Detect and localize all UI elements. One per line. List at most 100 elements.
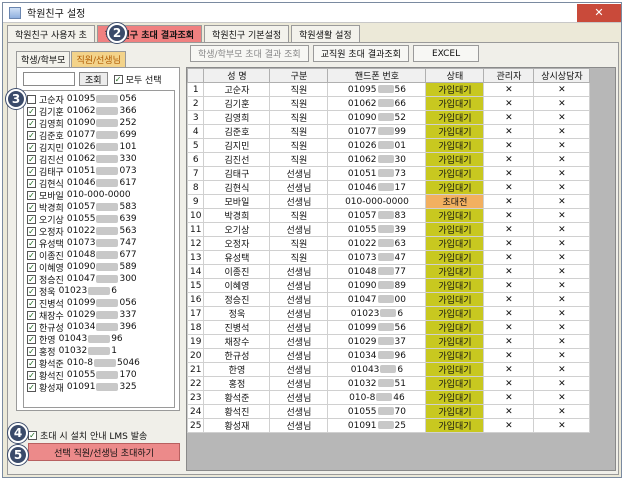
close-button[interactable]: ✕ xyxy=(577,3,621,22)
list-item-checkbox[interactable]: ✓ xyxy=(27,154,36,164)
cell-counselor[interactable]: ✕ xyxy=(533,180,591,195)
cell-admin[interactable]: ✕ xyxy=(483,82,535,97)
cell-counselor[interactable]: ✕ xyxy=(533,166,591,181)
cell-admin[interactable]: ✕ xyxy=(483,404,535,419)
list-item-checkbox[interactable]: ✓ xyxy=(27,130,36,140)
table-row[interactable]: 21 한영 선생님 01043 6 가입대기 ✕ ✕ xyxy=(187,362,591,377)
table-row[interactable]: 25 황성재 선생님 01091 25 가입대기 ✕ ✕ xyxy=(187,418,591,433)
list-item[interactable]: ✓ 홍정 01032 1 xyxy=(24,345,174,358)
cell-counselor[interactable]: ✕ xyxy=(533,82,591,97)
cell-admin[interactable]: ✕ xyxy=(483,110,535,125)
invite-selected-button[interactable]: 선택 직원/선생님 초대하기 xyxy=(28,443,180,461)
table-row[interactable]: 20 한규성 선생님 01034 96 가입대기 ✕ ✕ xyxy=(187,348,591,363)
cell-admin[interactable]: ✕ xyxy=(483,138,535,153)
list-item[interactable]: ✓ 정욱 01023 6 xyxy=(24,285,174,298)
cell-counselor[interactable]: ✕ xyxy=(533,348,591,363)
list-item[interactable]: ✓ 한영 01043 96 xyxy=(24,333,174,346)
cell-counselor[interactable]: ✕ xyxy=(533,362,591,377)
tab-basic-settings[interactable]: 학원친구 기본설정 xyxy=(204,25,290,43)
search-button[interactable]: 조회 xyxy=(79,72,108,86)
cell-counselor[interactable]: ✕ xyxy=(533,278,591,293)
list-item-checkbox[interactable]: ✓ xyxy=(27,166,36,176)
list-item-checkbox[interactable]: ✓ xyxy=(27,118,36,128)
cell-admin[interactable]: ✕ xyxy=(483,278,535,293)
cell-admin[interactable]: ✕ xyxy=(483,390,535,405)
list-item-checkbox[interactable]: ✓ xyxy=(27,202,36,212)
cell-admin[interactable]: ✕ xyxy=(483,418,535,433)
table-row[interactable]: 24 황석진 선생님 01055 70 가입대기 ✕ ✕ xyxy=(187,404,591,419)
cell-admin[interactable]: ✕ xyxy=(483,376,535,391)
table-row[interactable]: 14 이종진 선생님 01048 77 가입대기 ✕ ✕ xyxy=(187,264,591,279)
tab-life-settings[interactable]: 학원생활 설정 xyxy=(291,25,360,43)
tab-user-invite[interactable]: 학원친구 사용자 초 xyxy=(7,25,95,43)
cell-admin[interactable]: ✕ xyxy=(483,362,535,377)
list-item-checkbox[interactable]: ✓ xyxy=(27,238,36,248)
student-results-button[interactable]: 학생/학부모 초대 결과 조회 xyxy=(190,45,309,62)
list-item[interactable]: ✓ 이혜영 01090 589 xyxy=(24,261,174,274)
table-row[interactable]: 2 김기훈 직원 01062 66 가입대기 ✕ ✕ xyxy=(187,96,591,111)
list-item[interactable]: ✓ 김영희 01090 252 xyxy=(24,117,174,130)
table-row[interactable]: 10 박경희 직원 01057 83 가입대기 ✕ ✕ xyxy=(187,208,591,223)
list-item[interactable]: 고순자 01095 056 xyxy=(24,93,174,106)
table-row[interactable]: 22 홍정 선생님 01032 51 가입대기 ✕ ✕ xyxy=(187,376,591,391)
cell-admin[interactable]: ✕ xyxy=(483,320,535,335)
cell-admin[interactable]: ✕ xyxy=(483,180,535,195)
select-all[interactable]: ✓ 모두 선택 xyxy=(113,73,162,86)
cell-counselor[interactable]: ✕ xyxy=(533,376,591,391)
cell-counselor[interactable]: ✕ xyxy=(533,418,591,433)
list-item[interactable]: ✓ 이종진 01048 677 xyxy=(24,249,174,262)
table-row[interactable]: 1 고순자 직원 01095 56 가입대기 ✕ ✕ xyxy=(187,82,591,97)
table-row[interactable]: 18 진병석 선생님 01099 56 가입대기 ✕ ✕ xyxy=(187,320,591,335)
list-item[interactable]: ✓ 김현식 01046 617 xyxy=(24,177,174,190)
list-item-checkbox[interactable]: ✓ xyxy=(27,322,36,332)
cell-counselor[interactable]: ✕ xyxy=(533,390,591,405)
list-item-checkbox[interactable]: ✓ xyxy=(27,190,36,200)
cell-counselor[interactable]: ✕ xyxy=(533,152,591,167)
cell-counselor[interactable]: ✕ xyxy=(533,264,591,279)
list-item-checkbox[interactable]: ✓ xyxy=(27,370,36,380)
table-row[interactable]: 15 이혜영 선생님 01090 89 가입대기 ✕ ✕ xyxy=(187,278,591,293)
cell-counselor[interactable]: ✕ xyxy=(533,334,591,349)
list-item-checkbox[interactable]: ✓ xyxy=(27,142,36,152)
cell-counselor[interactable]: ✕ xyxy=(533,306,591,321)
cell-admin[interactable]: ✕ xyxy=(483,166,535,181)
list-item-checkbox[interactable]: ✓ xyxy=(27,334,36,344)
cell-admin[interactable]: ✕ xyxy=(483,236,535,251)
list-item[interactable]: ✓ 채장수 01029 337 xyxy=(24,309,174,322)
list-item[interactable]: ✓ 김기훈 01062 366 xyxy=(24,105,174,118)
cell-counselor[interactable]: ✕ xyxy=(533,110,591,125)
cell-admin[interactable]: ✕ xyxy=(483,208,535,223)
cell-admin[interactable]: ✕ xyxy=(483,334,535,349)
table-row[interactable]: 23 황석준 선생님 010-8 46 가입대기 ✕ ✕ xyxy=(187,390,591,405)
list-item[interactable]: ✓ 황성재 01091 325 xyxy=(24,381,174,394)
table-row[interactable]: 16 정승진 선생님 01047 00 가입대기 ✕ ✕ xyxy=(187,292,591,307)
list-item-checkbox[interactable]: ✓ xyxy=(27,262,36,272)
list-item[interactable]: ✓ 진병석 01099 056 xyxy=(24,297,174,310)
list-item[interactable]: ✓ 유성택 01073 747 xyxy=(24,237,174,250)
cell-admin[interactable]: ✕ xyxy=(483,124,535,139)
table-row[interactable]: 17 정욱 선생님 01023 6 가입대기 ✕ ✕ xyxy=(187,306,591,321)
table-row[interactable]: 8 김현식 선생님 01046 17 가입대기 ✕ ✕ xyxy=(187,180,591,195)
list-item[interactable]: ✓ 김진선 01062 330 xyxy=(24,153,174,166)
table-row[interactable]: 7 김태구 선생님 01051 73 가입대기 ✕ ✕ xyxy=(187,166,591,181)
list-item[interactable]: ✓ 김태구 01051 073 xyxy=(24,165,174,178)
list-item-checkbox[interactable] xyxy=(27,94,36,104)
table-row[interactable]: 19 채장수 선생님 01029 37 가입대기 ✕ ✕ xyxy=(187,334,591,349)
list-item[interactable]: ✓ 정승진 01047 300 xyxy=(24,273,174,286)
staff-results-button[interactable]: 교직원 초대 결과조회 xyxy=(312,45,409,62)
cell-admin[interactable]: ✕ xyxy=(483,194,535,209)
list-item-checkbox[interactable]: ✓ xyxy=(27,226,36,236)
subtab-students[interactable]: 학생/학부모 xyxy=(16,51,71,67)
list-item[interactable]: ✓ 모바일 010-000-0000 xyxy=(24,189,174,202)
cell-admin[interactable]: ✕ xyxy=(483,96,535,111)
cell-counselor[interactable]: ✕ xyxy=(533,250,591,265)
table-row[interactable]: 6 김진선 직원 01062 30 가입대기 ✕ ✕ xyxy=(187,152,591,167)
cell-counselor[interactable]: ✕ xyxy=(533,194,591,209)
cell-admin[interactable]: ✕ xyxy=(483,292,535,307)
cell-admin[interactable]: ✕ xyxy=(483,348,535,363)
list-item-checkbox[interactable]: ✓ xyxy=(27,250,36,260)
table-row[interactable]: 13 유성택 직원 01073 47 가입대기 ✕ ✕ xyxy=(187,250,591,265)
list-item[interactable]: ✓ 김준호 01077 699 xyxy=(24,129,174,142)
cell-counselor[interactable]: ✕ xyxy=(533,404,591,419)
list-item-checkbox[interactable]: ✓ xyxy=(27,346,36,356)
